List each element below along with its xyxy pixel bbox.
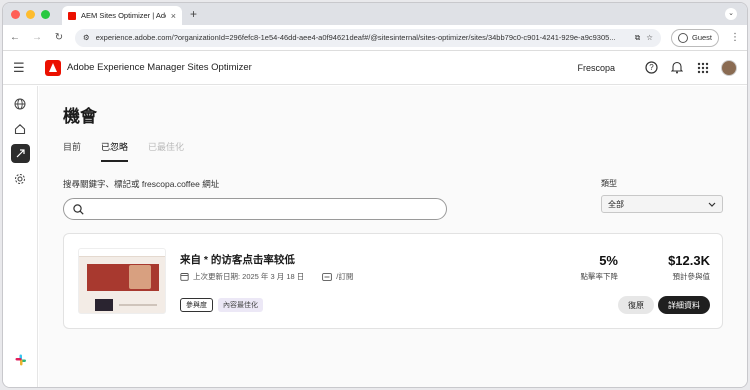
type-select-value: 全部: [608, 199, 624, 209]
type-filter-group: 類型 全部: [601, 178, 723, 220]
window-controls: [11, 9, 50, 19]
metric-label: 點擊率下降: [580, 272, 619, 281]
search-label: 搜尋關鍵字、標記或 frescopa.coffee 網址: [63, 179, 220, 189]
guest-profile-button[interactable]: Guest: [670, 28, 719, 47]
tag-list: 參與度 內容最佳化: [180, 298, 263, 312]
tab-title: AEM Sites Optimizer | Adob: [81, 11, 166, 20]
details-button[interactable]: 詳細資料: [658, 296, 710, 314]
page-title: 機會: [63, 107, 97, 126]
search-icon: [73, 203, 84, 215]
close-window-button[interactable]: [11, 9, 20, 19]
type-label: 類型: [601, 179, 617, 188]
metric-ctr-drop: 5% 點擊率下降: [581, 253, 619, 282]
opportunity-card: 来自 * 的访客点击率较低 上次更新日期: 2025 年 3 月 18 日 /訂…: [63, 233, 723, 329]
opportunity-title: 来自 * 的访客点击率较低: [180, 254, 295, 266]
tab-ignored[interactable]: 已忽略: [101, 140, 129, 162]
back-icon[interactable]: ←: [9, 32, 21, 43]
apps-grid-icon[interactable]: [695, 60, 711, 76]
type-select[interactable]: 全部: [601, 195, 723, 213]
adobe-logo: [45, 59, 61, 76]
svg-text:?: ?: [649, 63, 654, 72]
address-bar-row: ← → ↻ ⚙ experience.adobe.com/?organizati…: [3, 25, 747, 51]
opportunity-meta: 上次更新日期: 2025 年 3 月 18 日 /訂閱: [180, 271, 353, 282]
slack-icon[interactable]: [11, 350, 30, 369]
metric-value: $12.3K: [668, 253, 710, 268]
chevron-down-icon: [708, 202, 716, 207]
install-app-icon[interactable]: ⧉: [635, 33, 640, 43]
adobe-favicon-icon: [68, 11, 76, 20]
tab-optimized[interactable]: 已最佳化: [148, 140, 184, 162]
bookmark-star-icon[interactable]: ☆: [646, 33, 653, 42]
metric-value: 5%: [599, 253, 618, 268]
bell-icon[interactable]: [669, 60, 685, 76]
app-header: ☰ Adobe Experience Manager Sites Optimiz…: [3, 51, 747, 85]
site-info-icon[interactable]: ⚙: [83, 33, 90, 42]
filter-bar: 搜尋關鍵字、標記或 frescopa.coffee 網址 類型 全部: [63, 178, 723, 220]
org-switcher[interactable]: Frescopa: [577, 63, 615, 73]
restore-button[interactable]: 復原: [618, 296, 654, 314]
tag-engagement: 參與度: [180, 298, 213, 312]
reload-icon[interactable]: ↻: [53, 32, 65, 43]
browser-menu-icon[interactable]: ⋮: [729, 32, 741, 43]
guest-label: Guest: [691, 33, 712, 42]
menu-icon[interactable]: ☰: [13, 60, 31, 76]
home-icon[interactable]: [11, 119, 30, 138]
settings-icon[interactable]: [11, 169, 30, 188]
url-field[interactable]: ⚙ experience.adobe.com/?organizationId=2…: [75, 28, 661, 47]
avatar[interactable]: [721, 59, 737, 76]
url-text: experience.adobe.com/?organizationId=296…: [95, 33, 616, 42]
tab-search-chevron-icon[interactable]: ⌄: [725, 8, 737, 20]
new-tab-button[interactable]: +: [190, 7, 197, 21]
calendar-icon: [180, 273, 189, 281]
metric-engagement-value: $12.3K 預計參與值: [668, 253, 710, 282]
help-icon[interactable]: ?: [643, 60, 659, 76]
tab-list: 目前 已忽略 已最佳化: [63, 140, 723, 162]
tab-strip: AEM Sites Optimizer | Adob × + ⌄: [3, 3, 747, 25]
globe-icon[interactable]: [11, 94, 30, 113]
browser-tab[interactable]: AEM Sites Optimizer | Adob ×: [62, 6, 182, 25]
metric-label: 預計參與值: [672, 272, 711, 281]
tag-content-optimization: 內容最佳化: [218, 298, 263, 312]
tab-current[interactable]: 目前: [63, 140, 81, 162]
search-input[interactable]: [63, 198, 447, 220]
page-thumbnail: [78, 248, 166, 314]
browser-window: AEM Sites Optimizer | Adob × + ⌄ ← → ↻ ⚙…: [2, 2, 748, 388]
app-name: Adobe Experience Manager Sites Optimizer: [67, 62, 252, 73]
page-path: /訂閱: [336, 272, 354, 281]
left-rail: [3, 86, 38, 387]
profile-icon: [677, 32, 688, 43]
main-content: 機會 目前 已忽略 已最佳化 搜尋關鍵字、標記或 frescopa.coffee…: [39, 86, 747, 387]
last-updated: 上次更新日期: 2025 年 3 月 18 日: [193, 272, 305, 281]
minimize-window-button[interactable]: [26, 9, 35, 19]
page-icon: [322, 272, 333, 281]
forward-icon[interactable]: →: [31, 32, 43, 43]
search-group: 搜尋關鍵字、標記或 frescopa.coffee 網址: [63, 178, 447, 220]
opportunities-icon[interactable]: [10, 144, 30, 163]
close-tab-icon[interactable]: ×: [171, 11, 176, 21]
zoom-window-button[interactable]: [41, 9, 50, 19]
